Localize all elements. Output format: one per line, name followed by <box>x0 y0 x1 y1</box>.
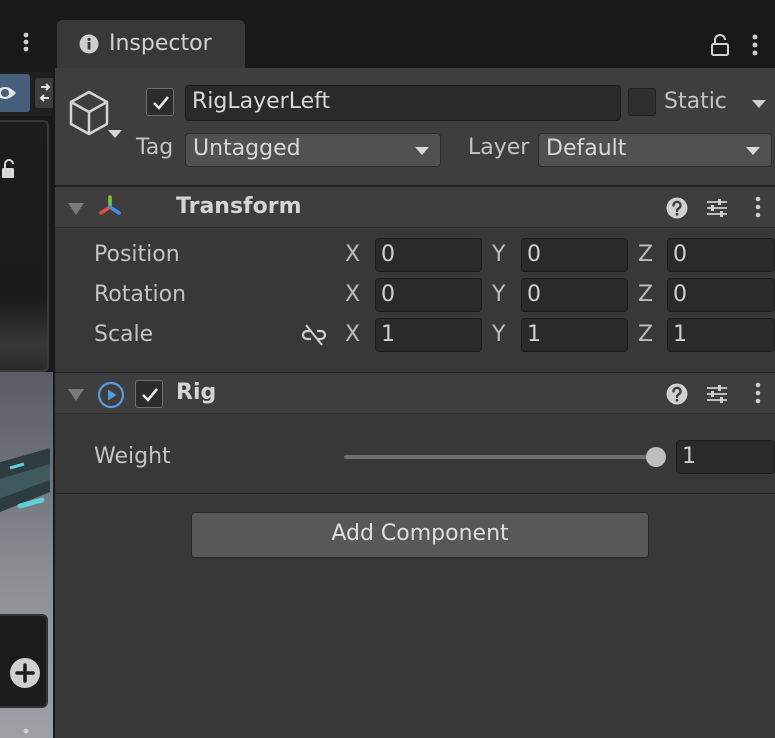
axis-z-label[interactable]: Z <box>638 282 653 307</box>
tab-label: Inspector <box>109 31 212 56</box>
scene-toggle-button[interactable] <box>35 78 55 108</box>
component-title: Rig <box>176 380 217 405</box>
static-checkbox[interactable] <box>628 88 656 116</box>
rotation-label: Rotation <box>94 282 187 307</box>
inspector-window: Inspector RigLayerLeft Static Tag Untagg… <box>55 0 775 738</box>
more-options-icon[interactable] <box>14 724 38 738</box>
foldout-arrow-icon[interactable] <box>67 202 85 216</box>
axis-z-label[interactable]: Z <box>638 242 653 267</box>
checkmark-icon <box>153 96 170 110</box>
tab-strip: Inspector <box>55 0 775 68</box>
tab-inspector[interactable]: Inspector <box>57 20 245 68</box>
position-z-field[interactable]: 0 <box>667 238 775 272</box>
more-options-icon[interactable] <box>746 381 770 405</box>
component-title: Transform <box>176 194 302 219</box>
chevron-down-icon[interactable] <box>751 97 767 111</box>
more-options-icon[interactable] <box>746 195 770 219</box>
plus-icon <box>15 663 35 683</box>
axis-y-label[interactable]: Y <box>492 322 505 347</box>
axis-y-label[interactable]: Y <box>492 282 505 307</box>
chevron-down-icon <box>746 147 760 155</box>
layer-label: Layer <box>468 135 530 160</box>
gameobject-cube-icon[interactable] <box>67 86 123 144</box>
axis-x-label[interactable]: X <box>345 242 360 267</box>
foldout-arrow-icon[interactable] <box>67 388 85 402</box>
more-options-icon[interactable] <box>14 30 38 54</box>
rig-component-header[interactable]: Rig <box>55 372 775 414</box>
add-component-button[interactable]: Add Component <box>191 512 649 558</box>
static-label: Static <box>664 89 727 114</box>
position-x-field[interactable]: 0 <box>375 238 482 272</box>
active-checkbox[interactable] <box>146 88 174 116</box>
weight-label: Weight <box>94 444 171 469</box>
rotation-y-field[interactable]: 0 <box>521 278 628 312</box>
scale-z-field[interactable]: 1 <box>667 318 775 352</box>
scale-x-field[interactable]: 1 <box>375 318 482 352</box>
eye-icon <box>0 87 16 99</box>
chevron-down-icon <box>415 147 429 155</box>
weight-value-field[interactable]: 1 <box>676 440 775 474</box>
layer-value: Default <box>546 136 627 161</box>
rotation-x-field[interactable]: 0 <box>375 278 482 312</box>
checkmark-icon <box>142 388 159 402</box>
add-button[interactable] <box>10 658 40 688</box>
presets-icon[interactable] <box>705 382 729 406</box>
scale-y-field[interactable]: 1 <box>521 318 628 352</box>
help-icon[interactable] <box>665 382 689 406</box>
scale-label: Scale <box>94 322 154 347</box>
rig-enabled-checkbox[interactable] <box>135 380 163 408</box>
scene-view-panel[interactable] <box>0 0 55 738</box>
tag-value: Untagged <box>193 136 301 161</box>
axis-x-label[interactable]: X <box>345 322 360 347</box>
object-name-field[interactable]: RigLayerLeft <box>185 85 621 121</box>
lock-icon[interactable] <box>709 33 731 57</box>
gameobject-header: RigLayerLeft Static Tag Untagged Layer D… <box>55 68 775 186</box>
unlinked-chain-icon[interactable] <box>301 323 327 347</box>
tag-dropdown[interactable]: Untagged <box>185 133 441 167</box>
position-label: Position <box>94 242 180 267</box>
position-y-field[interactable]: 0 <box>521 238 628 272</box>
info-icon <box>79 34 99 54</box>
tag-label: Tag <box>136 135 174 160</box>
layer-dropdown[interactable]: Default <box>538 133 772 167</box>
more-options-icon[interactable] <box>745 32 765 58</box>
transform-icon <box>99 195 121 215</box>
help-icon[interactable] <box>665 196 689 220</box>
rotation-z-field[interactable]: 0 <box>667 278 775 312</box>
transform-component-header[interactable]: Transform <box>55 186 775 228</box>
lock-icon[interactable] <box>1 158 15 180</box>
weight-slider-track[interactable] <box>344 455 656 459</box>
presets-icon[interactable] <box>705 196 729 220</box>
weight-slider-handle[interactable] <box>646 447 666 467</box>
swap-icon <box>39 83 51 102</box>
visibility-button[interactable] <box>0 74 30 112</box>
axis-y-label[interactable]: Y <box>492 242 505 267</box>
rig-script-icon <box>97 381 125 409</box>
scene-model <box>0 448 50 512</box>
axis-x-label[interactable]: X <box>345 282 360 307</box>
axis-z-label[interactable]: Z <box>638 322 653 347</box>
